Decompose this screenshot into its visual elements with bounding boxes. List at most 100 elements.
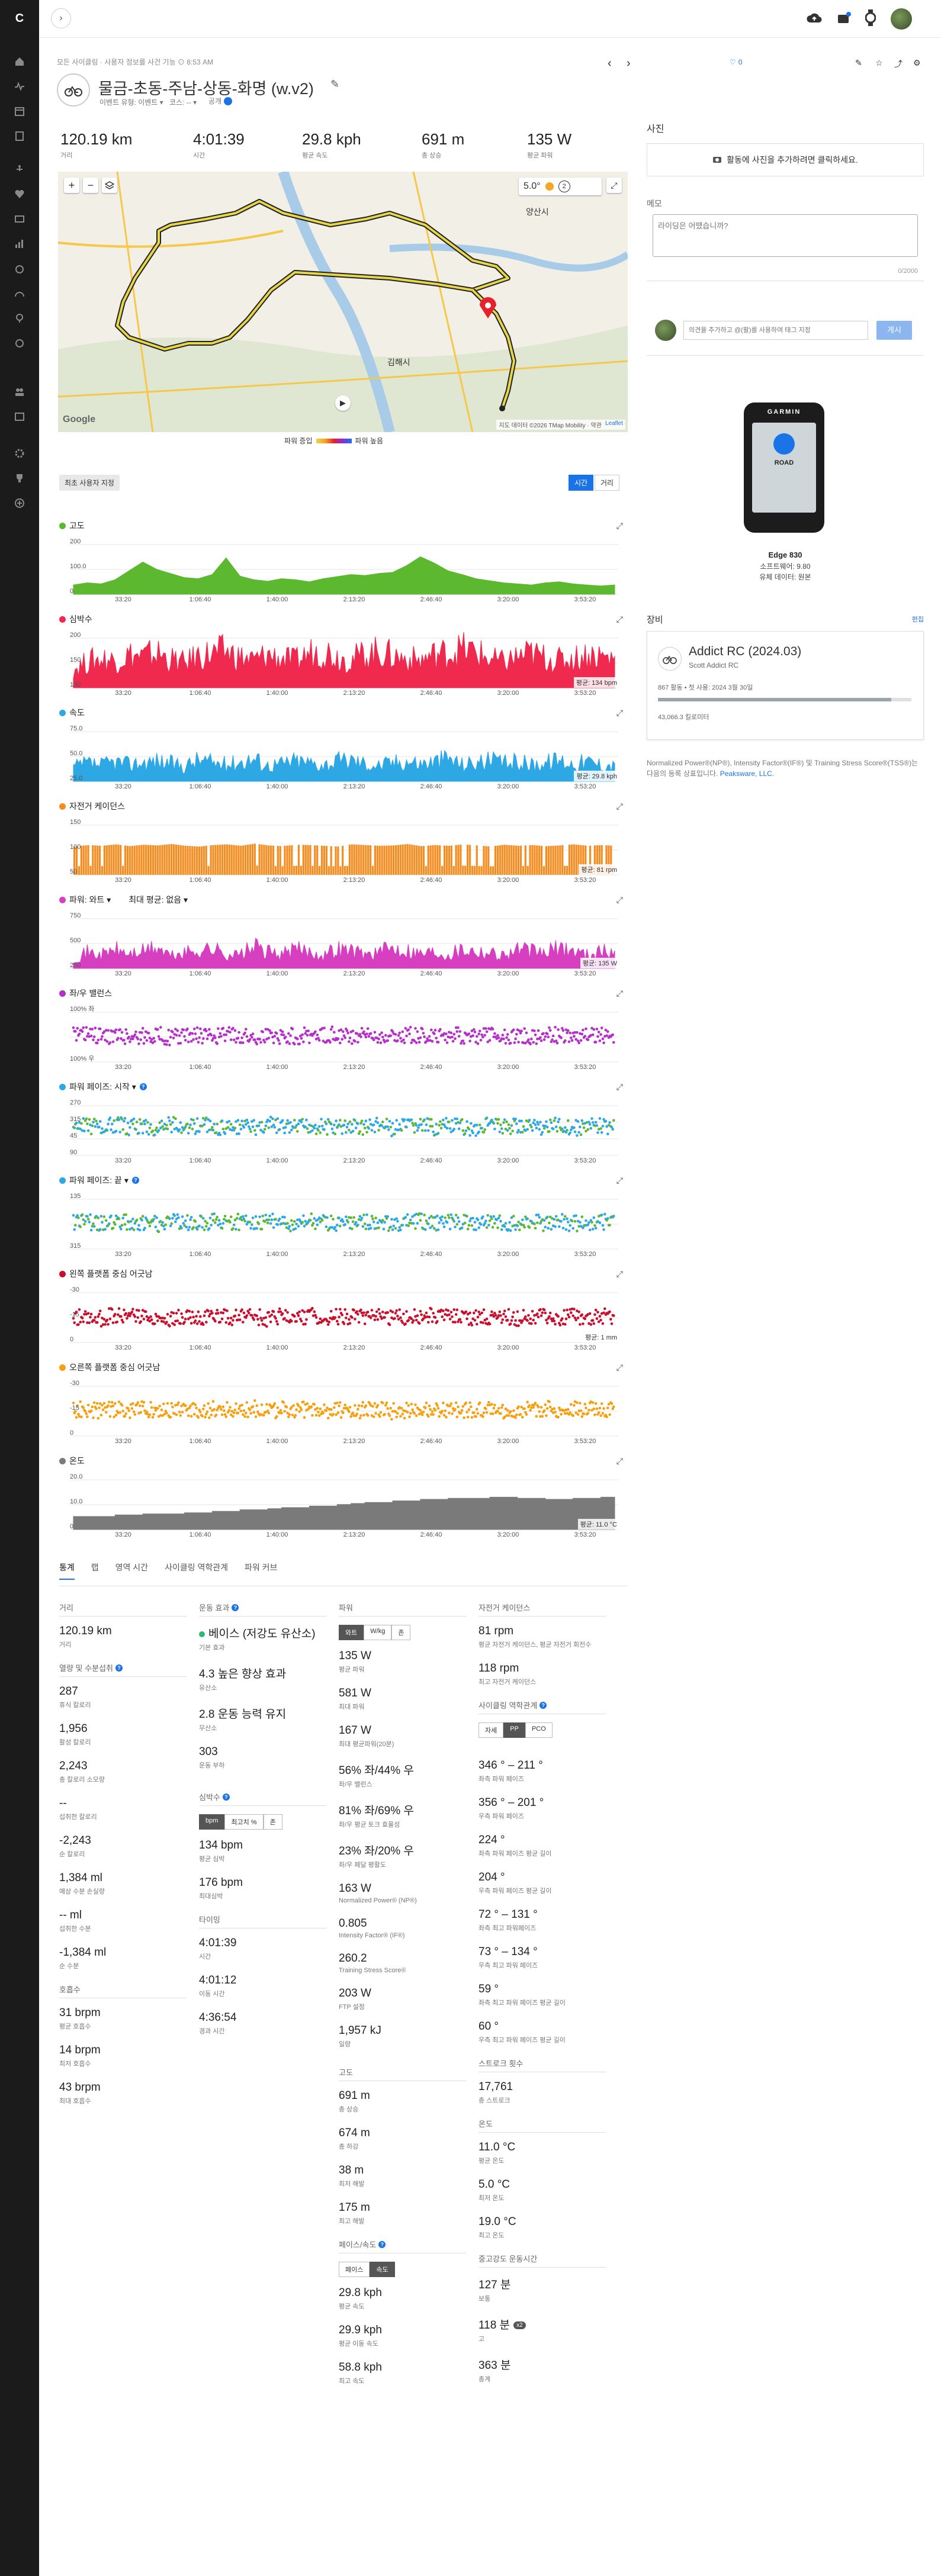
course-select[interactable]: 코스: -- ▾ bbox=[169, 97, 197, 107]
chart-lr_balance[interactable]: 100% 좌 100% 우 33:20 1:06:40 1:40:00 2:13:20 2:… bbox=[59, 987, 628, 1081]
expand-chart-icon[interactable]: ⤢ bbox=[616, 1269, 623, 1279]
stats-tab[interactable]: 영역 시간 bbox=[115, 1561, 148, 1580]
peaksware-link[interactable]: Peaksware, LLC. bbox=[720, 769, 774, 778]
reports-icon[interactable] bbox=[14, 130, 25, 142]
watch-device-icon[interactable] bbox=[865, 9, 876, 29]
home-icon[interactable] bbox=[14, 56, 25, 67]
upload-icon[interactable] bbox=[807, 12, 822, 27]
chart-title[interactable]: 자전거 케이던스 bbox=[59, 800, 125, 812]
chart-right_pco[interactable]: -30 -15 0 33:20 1:06:40 1:40:00 2:13:20 2:46:40… bbox=[59, 1361, 628, 1455]
timer-icon[interactable] bbox=[14, 263, 25, 275]
chart-title[interactable]: 파워 페이즈: 시작 ▾? bbox=[59, 1081, 147, 1093]
toggle-button[interactable]: 자세 bbox=[478, 1722, 504, 1738]
help-icon[interactable]: ? bbox=[232, 1603, 239, 1611]
edit-icon[interactable]: ✎ bbox=[855, 58, 862, 68]
expand-chart-icon[interactable]: ⤢ bbox=[616, 1082, 623, 1092]
activity-settings-icon[interactable]: ⚙ bbox=[913, 58, 921, 68]
chart-title[interactable]: 온도 bbox=[59, 1455, 85, 1467]
stats-tab[interactable]: 통계 bbox=[59, 1561, 75, 1580]
best-user-button[interactable]: 최초 사용자 지정 bbox=[59, 475, 120, 491]
trophy-icon[interactable] bbox=[14, 472, 25, 484]
activity-type-select[interactable]: 이벤트 유형: 이벤트 ▾ bbox=[99, 97, 163, 107]
calendar-icon[interactable] bbox=[14, 105, 25, 117]
next-activity-button[interactable]: › bbox=[627, 57, 631, 70]
expand-chart-icon[interactable]: ⤢ bbox=[616, 614, 623, 624]
expand-chart-icon[interactable]: ⤢ bbox=[616, 708, 623, 718]
toggle-button[interactable]: PP bbox=[503, 1722, 525, 1738]
performance-icon[interactable] bbox=[14, 288, 25, 300]
toggle-button[interactable]: 와트 bbox=[339, 1625, 364, 1640]
toggle-button[interactable]: PCO bbox=[525, 1722, 553, 1738]
expand-chart-icon[interactable]: ⤢ bbox=[616, 1456, 623, 1466]
help-icon[interactable]: ? bbox=[131, 1177, 139, 1184]
connections-icon[interactable] bbox=[14, 386, 25, 398]
privacy-select[interactable]: 공개 bbox=[208, 96, 233, 106]
add-photo-button[interactable]: 활동에 사진을 추가하려면 클릭하세요. bbox=[647, 143, 924, 176]
chart-heart_rate[interactable]: 200 150 100 33:20 1:06:40 1:40:00 2:13:20 2:46:… bbox=[59, 613, 628, 707]
chart-title[interactable]: 심박수 bbox=[59, 613, 92, 625]
map-zoom-out-button[interactable]: − bbox=[83, 178, 98, 193]
help-icon[interactable]: ? bbox=[115, 1664, 123, 1672]
expand-chart-icon[interactable]: ⤢ bbox=[616, 521, 623, 531]
expand-chart-icon[interactable]: ⤢ bbox=[616, 1176, 623, 1186]
toggle-button[interactable]: 페이스 bbox=[339, 2262, 370, 2277]
gear-card[interactable]: Addict RC (2024.03) Scott Addict RC 867 … bbox=[647, 631, 924, 740]
add-icon[interactable] bbox=[14, 497, 25, 509]
distance-button[interactable]: 거리 bbox=[595, 475, 620, 491]
settings-gear-icon[interactable] bbox=[14, 447, 25, 459]
groups-icon[interactable] bbox=[14, 411, 25, 423]
share-icon[interactable]: ⤴ bbox=[894, 58, 903, 70]
chart-power_phase_end[interactable]: 135 315 33:20 1:06:40 1:40:00 2:13:20 2:46:40 3… bbox=[59, 1174, 628, 1268]
chart-title[interactable]: 좌/우 밸런스 bbox=[59, 987, 112, 999]
help-icon[interactable]: ? bbox=[222, 1793, 230, 1801]
badges-icon[interactable] bbox=[14, 337, 25, 349]
chart-title[interactable]: 고도 bbox=[59, 520, 85, 532]
toggle-button[interactable]: 존 bbox=[391, 1625, 411, 1640]
prev-activity-button[interactable]: ‹ bbox=[608, 57, 612, 70]
time-button[interactable]: 시간 bbox=[569, 475, 594, 491]
edit-title-icon[interactable]: ✎ bbox=[330, 78, 339, 91]
route-map[interactable]: + − 5.0° 2 ⤢ 양산시 김해시 ▶ Google 지도 데이터 ©20… bbox=[58, 172, 628, 432]
chart-power_phase_start[interactable]: 270 315 45 90 33:20 1:06:40 1:40:00 2:13:20 2:46… bbox=[59, 1081, 628, 1174]
star-icon[interactable]: ☆ bbox=[875, 58, 883, 68]
chart-title[interactable]: 파워 페이즈: 끝 ▾? bbox=[59, 1174, 139, 1186]
map-fullscreen-icon[interactable]: ⤢ bbox=[606, 178, 622, 193]
map-layers-icon[interactable] bbox=[102, 178, 117, 193]
toggle-button[interactable]: W/kg bbox=[364, 1625, 392, 1640]
expand-sidebar-button[interactable]: › bbox=[51, 8, 71, 28]
chart-title[interactable]: 오른쪽 플랫폼 중심 어긋남 bbox=[59, 1361, 160, 1373]
user-avatar[interactable] bbox=[891, 8, 912, 30]
toggle-button[interactable]: bpm bbox=[199, 1814, 225, 1830]
map-play-button[interactable]: ▶ bbox=[335, 395, 351, 411]
stats-tab[interactable]: 랩 bbox=[91, 1561, 99, 1580]
post-comment-button[interactable]: 게시 bbox=[876, 321, 912, 340]
help-icon[interactable]: ? bbox=[539, 1701, 547, 1709]
stats-icon[interactable] bbox=[14, 238, 25, 250]
inbox-icon[interactable] bbox=[837, 12, 851, 28]
toggle-button[interactable]: 속도 bbox=[370, 2262, 395, 2277]
gear-equipment-icon[interactable] bbox=[14, 213, 25, 225]
toggle-button[interactable]: 최고치 % bbox=[224, 1814, 264, 1830]
chart-power[interactable]: 750 500 250 33:20 1:06:40 1:40:00 2:13:20 2:46:… bbox=[59, 894, 628, 987]
expand-chart-icon[interactable]: ⤢ bbox=[616, 1363, 623, 1373]
health-icon[interactable] bbox=[14, 188, 25, 200]
insights-icon[interactable] bbox=[14, 313, 25, 324]
likes-count[interactable]: ♡ 0 bbox=[730, 58, 742, 66]
expand-chart-icon[interactable]: ⤢ bbox=[616, 801, 623, 812]
activity-icon[interactable] bbox=[14, 80, 25, 92]
map-zoom-in-button[interactable]: + bbox=[64, 178, 79, 193]
chart-left_pco[interactable]: -30 -15 0 33:20 1:06:40 1:40:00 2:13:20 2:46:40… bbox=[59, 1268, 628, 1361]
help-icon[interactable]: ? bbox=[378, 2240, 386, 2248]
expand-chart-icon[interactable]: ⤢ bbox=[616, 895, 623, 905]
chart-speed[interactable]: 75.0 50.0 25.0 33:20 1:06:40 1:40:00 2:13:20 2:… bbox=[59, 707, 628, 800]
chart-temperature[interactable]: 20.0 10.0 0 33:20 1:06:40 1:40:00 2:13:20 2:46:… bbox=[59, 1455, 628, 1548]
garmin-connect-logo-icon[interactable]: C bbox=[13, 12, 26, 25]
help-icon[interactable]: ? bbox=[139, 1083, 147, 1090]
stats-tab[interactable]: 파워 커브 bbox=[245, 1561, 277, 1580]
notes-textarea[interactable] bbox=[653, 214, 918, 257]
gear-edit-link[interactable]: 편집 bbox=[912, 614, 924, 624]
leaflet-link[interactable]: Leaflet bbox=[605, 420, 623, 429]
chart-title[interactable]: 왼쪽 플랫폼 중심 어긋남 bbox=[59, 1268, 152, 1280]
chart-title[interactable]: 파워: 와트 ▾ 최대 평균: 없음 ▾ bbox=[59, 894, 188, 906]
chart-subtitle[interactable]: 최대 평균: 없음 ▾ bbox=[129, 894, 188, 906]
